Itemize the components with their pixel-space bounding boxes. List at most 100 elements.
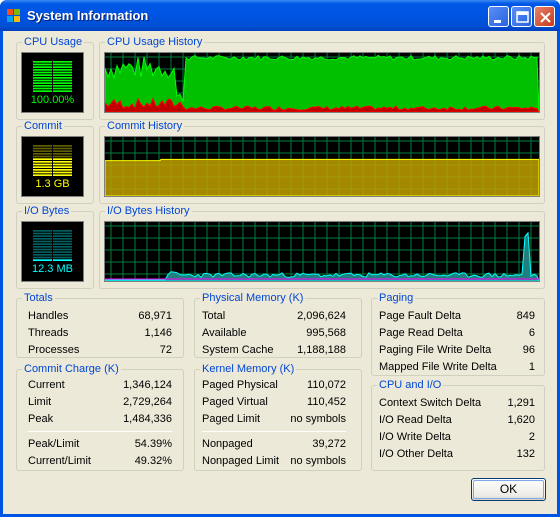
cpu-usage-bar-segment <box>53 90 72 92</box>
commit-label: Commit <box>22 120 64 132</box>
cpu-and-io-label: CPU and I/O <box>377 379 444 391</box>
paging-row-label: Mapped File Write Delta <box>379 361 497 373</box>
cpu-and-io-row-label: Context Switch Delta <box>379 397 482 409</box>
io-bytes-bar-segment <box>33 246 52 248</box>
cpu-usage-bar-segment <box>53 82 72 84</box>
kernel-memory-row: Nonpaged Limit no symbols <box>202 453 346 469</box>
io-bytes-bar-segment <box>53 238 72 240</box>
title-bar[interactable]: System Information <box>0 0 560 31</box>
commit-charge-row-value: 1,346,124 <box>123 379 172 391</box>
io-bytes-bar-segment <box>53 240 72 243</box>
commit-history-label: Commit History <box>105 120 185 132</box>
cpu-usage-bar-segment <box>33 61 52 63</box>
io-bytes-bar-segment <box>53 256 72 259</box>
commit-series <box>105 158 539 196</box>
totals-row: Handles 68,971 <box>28 308 172 324</box>
cpu-usage-bar-segment <box>53 66 72 68</box>
commit-bar-segment <box>33 150 52 152</box>
commit-bar-segment <box>53 161 72 163</box>
commit-bar-segment <box>33 155 52 158</box>
commit-bar-segment <box>53 158 72 160</box>
io-bytes-bar-segment <box>33 232 52 235</box>
paging-row-value: 96 <box>522 344 535 356</box>
cpu-usage-bar-segment <box>53 85 72 87</box>
paging-row-value: 6 <box>528 327 535 339</box>
io-bytes-bar-segment <box>33 240 52 243</box>
system-information-window: System Information CPU Usage 100.00% CPU… <box>0 0 560 517</box>
paging-row-label: Paging File Write Delta <box>379 344 492 356</box>
io-bytes-bar-segment <box>33 251 52 253</box>
window-title: System Information <box>27 8 149 23</box>
cpu-and-io-row-value: 132 <box>516 448 535 460</box>
io-bytes-bar-segment <box>33 254 52 256</box>
commit-bar-segment <box>33 174 52 176</box>
commit-charge-row: Limit 2,729,264 <box>28 394 172 410</box>
physical-memory-row: Total 2,096,624 <box>202 308 346 324</box>
cpu-usage-bar-segment <box>33 87 52 90</box>
kernel-memory-row-value: 39,272 <box>312 438 346 450</box>
kernel-memory-row-label: Paged Limit <box>202 413 261 425</box>
cpu-history-plot <box>105 53 539 112</box>
cpu-usage-bar-segment <box>53 61 72 63</box>
cpu-and-io-row-value: 1,620 <box>507 414 535 426</box>
physical-memory-row-label: Total <box>202 310 226 322</box>
maximize-button[interactable] <box>511 6 532 27</box>
cpu-and-io-row-label: I/O Write Delta <box>379 431 451 443</box>
totals-row: Processes 72 <box>28 342 172 358</box>
kernel-memory-row-label: Paged Physical <box>202 379 278 391</box>
physical-memory-row: System Cache 1,188,188 <box>202 342 346 358</box>
commit-charge-row-label: Limit <box>28 396 52 408</box>
maximize-icon <box>516 11 529 23</box>
minimize-button[interactable] <box>488 6 509 27</box>
ok-button[interactable]: OK <box>471 478 546 501</box>
cpu-usage-bar-segment <box>33 85 52 87</box>
cpu-usage-bar-segment <box>33 63 52 66</box>
cpu-and-io-row: Context Switch Delta 1,291 <box>379 395 535 411</box>
commit-bar-segment <box>53 153 72 155</box>
commit-bar-segment <box>33 153 52 155</box>
cpu-usage-value: 100.00% <box>30 94 75 106</box>
totals-row-label: Processes <box>28 344 80 356</box>
io-bytes-label: I/O Bytes <box>22 205 72 217</box>
cpu-history-graph <box>104 52 540 113</box>
commit-bar-segment <box>53 147 72 150</box>
commit-charge-row: Current 1,346,124 <box>28 377 172 393</box>
commit-bar-segment <box>53 174 72 176</box>
totals-row-label: Threads <box>28 327 69 339</box>
kernel-memory-row-label: Nonpaged <box>202 438 253 450</box>
cpu-usage-bar-segment <box>33 79 52 82</box>
physical-memory-row-label: Available <box>202 327 247 339</box>
cpu-usage-bar-segment <box>53 87 72 90</box>
cpu-and-io-row-value: 1,291 <box>507 397 535 409</box>
cpu-usage-bar-segment <box>53 77 72 79</box>
cpu-and-io-row: I/O Read Delta 1,620 <box>379 412 535 428</box>
totals-row: Threads 1,146 <box>28 325 172 341</box>
cpu-usage-bar-segment <box>33 77 52 79</box>
physical-memory-row-label: System Cache <box>202 344 274 356</box>
cpu-usage-label: CPU Usage <box>22 36 85 48</box>
cpu-usage-bar-segment <box>33 71 52 74</box>
close-button[interactable] <box>534 6 555 27</box>
io-bytes-bar-segment <box>53 230 72 232</box>
cpu-usage-bar-segment <box>53 74 72 76</box>
commit-value: 1.3 GB <box>35 178 70 190</box>
commit-charge-row-label: Current/Limit <box>28 455 91 467</box>
close-icon <box>540 12 551 23</box>
cpu-usage-bar-segment <box>33 90 52 92</box>
physical-memory-row-value: 995,568 <box>306 327 346 339</box>
minimize-icon <box>494 20 501 23</box>
io-history-plot <box>105 222 539 281</box>
physical-memory-row-value: 2,096,624 <box>297 310 346 322</box>
cpu-usage-meter: 100.00% <box>21 52 84 113</box>
commit-bar-segment <box>33 147 52 150</box>
commit-charge-row: Peak 1,484,336 <box>28 411 172 427</box>
kernel-memory-row: Paged Physical 110,072 <box>202 377 346 393</box>
paging-label: Paging <box>377 292 416 304</box>
commit-bar-segment <box>33 161 52 163</box>
io-bytes-bar-segment <box>53 235 72 237</box>
totals-row-value: 72 <box>159 344 172 356</box>
commit-charge-row: Peak/Limit 54.39% <box>28 436 172 452</box>
io-history-graph <box>104 221 540 282</box>
physical-memory-row: Available 995,568 <box>202 325 346 341</box>
cpu-and-io-row-label: I/O Read Delta <box>379 414 452 426</box>
